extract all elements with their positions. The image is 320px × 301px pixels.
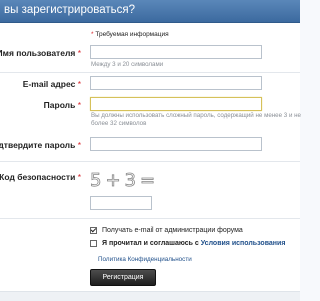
admin-email-checkbox[interactable] [90, 227, 97, 234]
admin-email-label: Получать e-mail от администрации форума [102, 227, 243, 234]
divider [0, 72, 300, 73]
panel-header: вы зарегистрироваться? [0, 0, 300, 23]
register-button[interactable]: Регистрация [90, 269, 156, 286]
email-label-text: E-mail адрес [22, 79, 76, 89]
username-label-text: Имя пользователя [0, 48, 76, 58]
username-input[interactable] [90, 45, 262, 59]
divider [0, 161, 300, 162]
divider [0, 218, 300, 219]
password-input[interactable] [90, 97, 262, 111]
terms-label: Я прочитал и соглашаюсь с [102, 240, 201, 247]
username-required-star: * [77, 48, 81, 58]
username-hint: Между 3 и 20 символами [91, 61, 164, 68]
email-required-star: * [77, 79, 81, 89]
required-star: * [91, 31, 94, 38]
required-note: * Требуемая информация [91, 31, 169, 38]
confirm-password-input[interactable] [90, 137, 262, 151]
password-hint: Вы должны использовать сложный пароль, с… [91, 112, 301, 128]
email-label: E-mail адрес * [23, 79, 81, 89]
captcha-image: 5+3= [88, 169, 158, 192]
password-hint-line-2: более 32 символов [91, 120, 147, 127]
privacy-policy-link[interactable]: Политика Конфиденциальности [98, 256, 192, 263]
captcha-required-star: * [77, 172, 81, 182]
confirm-required-star: * [77, 140, 81, 150]
panel-title: вы зарегистрироваться? [4, 4, 136, 16]
captcha-label-text: Код безопасности [0, 172, 76, 182]
password-required-star: * [77, 100, 81, 110]
password-label: Пароль * [44, 100, 81, 110]
terms-checkbox[interactable] [90, 240, 97, 247]
terms-link[interactable]: Условия использования [201, 240, 286, 247]
required-text: Требуемая информация [95, 31, 169, 38]
captcha-label: Код безопасности * [0, 172, 81, 182]
email-input[interactable] [90, 76, 262, 90]
terms-option[interactable]: Я прочитал и соглашаюсь с Условия исполь… [90, 240, 285, 247]
captcha-image-text: 5+3= [90, 170, 158, 191]
username-label: Имя пользователя * [0, 48, 81, 58]
password-hint-line-1: Вы должны использовать сложный пароль, с… [91, 112, 301, 119]
admin-email-option[interactable]: Получать e-mail от администрации форума [90, 227, 243, 234]
captcha-input[interactable] [90, 196, 152, 210]
password-label-text: Пароль [43, 100, 76, 110]
confirm-label-text: Подтвердите пароль [0, 140, 76, 150]
confirm-label: Подтвердите пароль * [0, 140, 81, 150]
registration-panel: вы зарегистрироваться? * Требуемая инфор… [0, 0, 301, 301]
